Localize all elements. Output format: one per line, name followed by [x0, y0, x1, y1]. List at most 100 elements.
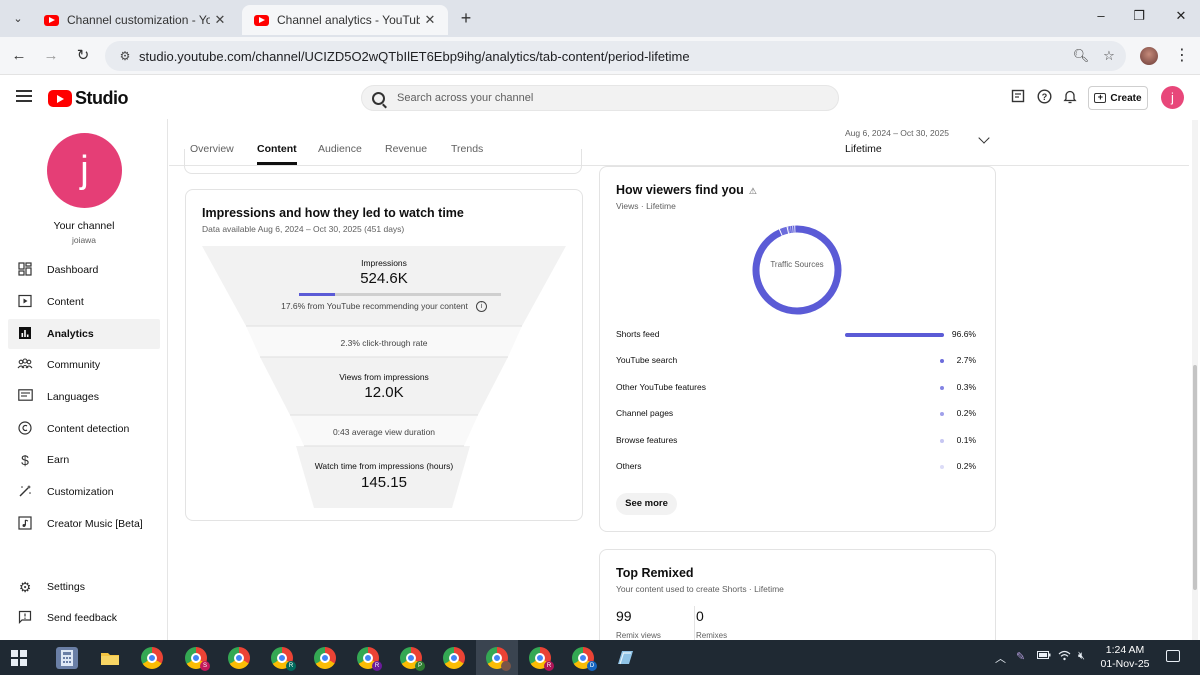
donut-segment [779, 226, 789, 236]
close-window-icon[interactable]: ✕ [1166, 8, 1196, 24]
captions-icon[interactable] [1009, 89, 1027, 107]
recommend-note-row: 17.6% from YouTube recommending your con… [202, 301, 566, 313]
reload-icon[interactable]: ↻ [72, 46, 94, 66]
hamburger-menu-icon[interactable] [16, 90, 32, 102]
youtube-studio-logo[interactable]: Studio [48, 88, 129, 109]
stat-divider [694, 606, 695, 640]
close-tab-icon[interactable]: ✕ [420, 12, 440, 28]
see-more-button[interactable]: See more [616, 493, 677, 515]
battery-icon[interactable] [1037, 650, 1051, 663]
donut-center-label: Traffic Sources [770, 260, 824, 269]
chrome-active-profile-icon[interactable] [486, 647, 511, 671]
browser-profile-avatar[interactable] [1140, 47, 1158, 65]
channel-search[interactable] [361, 85, 839, 111]
sidebar-item-content-detection[interactable]: Content detection [8, 414, 160, 444]
chrome-profile-icon[interactable]: P [400, 647, 425, 671]
sidebar-item-languages[interactable]: Languages [8, 382, 160, 412]
traffic-source-name: Others [616, 461, 642, 471]
chrome-profile-icon[interactable]: R [271, 647, 296, 671]
chrome-profile-icon[interactable]: R [357, 647, 382, 671]
period-range: Aug 6, 2024 – Oct 30, 2025 [845, 128, 949, 138]
site-info-icon[interactable]: ⚙ [115, 49, 135, 63]
windows-taskbar: S R R P R D ︿ ✎ 🔇︎ 1:24 AM 01-Nov-25 [0, 640, 1200, 675]
search-input[interactable] [397, 92, 817, 104]
chrome-profile-icon[interactable] [228, 647, 250, 669]
page-scrollbar-thumb[interactable] [1193, 365, 1197, 590]
chrome-profile-icon[interactable] [443, 647, 465, 669]
browser-toolbar: ← → ↻ ⚙ studio.youtube.com/channel/UCIZD… [0, 37, 1200, 75]
studio-header: Studio ? + Create j [0, 76, 1200, 119]
back-arrow-icon[interactable]: ← [8, 46, 30, 66]
chrome-profile-icon[interactable]: R [529, 647, 554, 671]
sidebar-item-earn[interactable]: $ Earn [8, 445, 160, 475]
show-hidden-icons-chevron-icon[interactable]: ︿ [995, 650, 1006, 666]
dollar-icon: $ [21, 452, 29, 468]
notification-center-icon[interactable] [1166, 650, 1180, 662]
channel-avatar[interactable]: j [47, 133, 122, 208]
youtube-logo-icon [48, 90, 72, 107]
zoom-icon[interactable]: 🔍︎ [1070, 48, 1092, 64]
notification-bell-icon[interactable] [1061, 89, 1079, 107]
restore-window-icon[interactable]: ❐ [1124, 8, 1154, 24]
calculator-app-icon[interactable] [56, 647, 78, 669]
close-tab-icon[interactable]: ✕ [210, 12, 230, 28]
sidebar-item-content[interactable]: Content [8, 287, 160, 317]
chrome-profile-icon[interactable]: D [572, 647, 597, 671]
chrome-app-icon[interactable] [141, 647, 163, 669]
traffic-source-pct: 96.6% [951, 329, 976, 339]
wifi-icon[interactable] [1058, 650, 1071, 664]
file-explorer-icon[interactable] [99, 647, 121, 669]
browser-menu-icon[interactable]: ⋮ [1174, 45, 1190, 65]
windows-start-icon[interactable] [11, 650, 27, 666]
impressions-card: Impressions and how they led to watch ti… [185, 189, 583, 521]
sidebar-item-creator-music[interactable]: Creator Music [Beta] [8, 509, 160, 539]
ctr-note: 2.3% click-through rate [340, 338, 428, 348]
warning-icon[interactable]: ⚠ [749, 186, 757, 197]
volume-muted-icon[interactable]: 🔇︎ [1078, 650, 1085, 663]
search-icon [372, 91, 385, 105]
taskbar-clock[interactable]: 1:24 AM 01-Nov-25 [1095, 643, 1155, 671]
remix-views-label: Remix views [616, 631, 661, 640]
donut-segment [752, 225, 842, 315]
remixes-label: Remixes [696, 631, 728, 640]
sidebar-item-customization[interactable]: Customization [8, 477, 160, 507]
address-bar[interactable]: ⚙ studio.youtube.com/channel/UCIZD5O2wQT… [105, 41, 1126, 71]
remix-card-title: Top Remixed [616, 566, 694, 580]
chrome-profile-icon[interactable]: S [185, 647, 210, 671]
forward-arrow-icon[interactable]: → [40, 46, 62, 66]
traffic-sources-card: How viewers find you ⚠ Views · Lifetime T… [599, 166, 996, 532]
watch-time-value: 145.15 [361, 474, 407, 491]
bookmark-star-icon[interactable]: ☆ [1098, 48, 1120, 64]
minimize-window-icon[interactable]: – [1086, 8, 1116, 23]
sidebar-item-label: Content [47, 296, 84, 308]
chevron-down-icon[interactable] [978, 132, 990, 144]
traffic-source-bar [940, 359, 944, 364]
account-avatar[interactable]: j [1161, 86, 1184, 109]
tab-search-chevron-icon[interactable]: ⌄ [6, 7, 30, 29]
sidebar-item-community[interactable]: Community [8, 350, 160, 380]
copyright-icon [17, 421, 33, 437]
browser-tab-channel-analytics[interactable]: Channel analytics - YouTube Studio ✕ [242, 5, 448, 35]
sidebar-item-send-feedback[interactable]: Send feedback [8, 603, 160, 633]
browser-tab-channel-customization[interactable]: Channel customization - YouTube Studio ✕ [32, 5, 238, 35]
content-icon [17, 294, 33, 310]
sidebar-item-analytics[interactable]: Analytics [8, 319, 160, 349]
url-text[interactable]: studio.youtube.com/channel/UCIZD5O2wQTbI… [139, 49, 1070, 64]
new-tab-button[interactable]: + [456, 7, 476, 29]
sidebar-item-label: Content detection [47, 423, 130, 435]
gear-icon: ⚙ [18, 579, 32, 595]
traffic-source-row: Others 0.2% [616, 461, 976, 475]
period-selector[interactable]: Aug 6, 2024 – Oct 30, 2025 Lifetime [845, 128, 949, 155]
traffic-source-pct: 0.3% [956, 381, 976, 392]
browser-tab-bar: ⌄ Channel customization - YouTube Studio… [0, 0, 1200, 37]
chrome-profile-icon[interactable] [314, 647, 336, 669]
music-icon [17, 516, 33, 532]
sidebar-item-dashboard[interactable]: Dashboard [8, 255, 160, 285]
notes-app-icon[interactable] [614, 647, 636, 669]
traffic-card-title: How viewers find you [616, 183, 744, 197]
create-button[interactable]: + Create [1088, 86, 1148, 110]
pen-icon[interactable]: ✎ [1016, 650, 1025, 663]
help-icon[interactable]: ? [1035, 89, 1053, 107]
sidebar-item-settings[interactable]: ⚙ Settings [8, 572, 160, 602]
info-icon[interactable]: i [475, 301, 487, 313]
